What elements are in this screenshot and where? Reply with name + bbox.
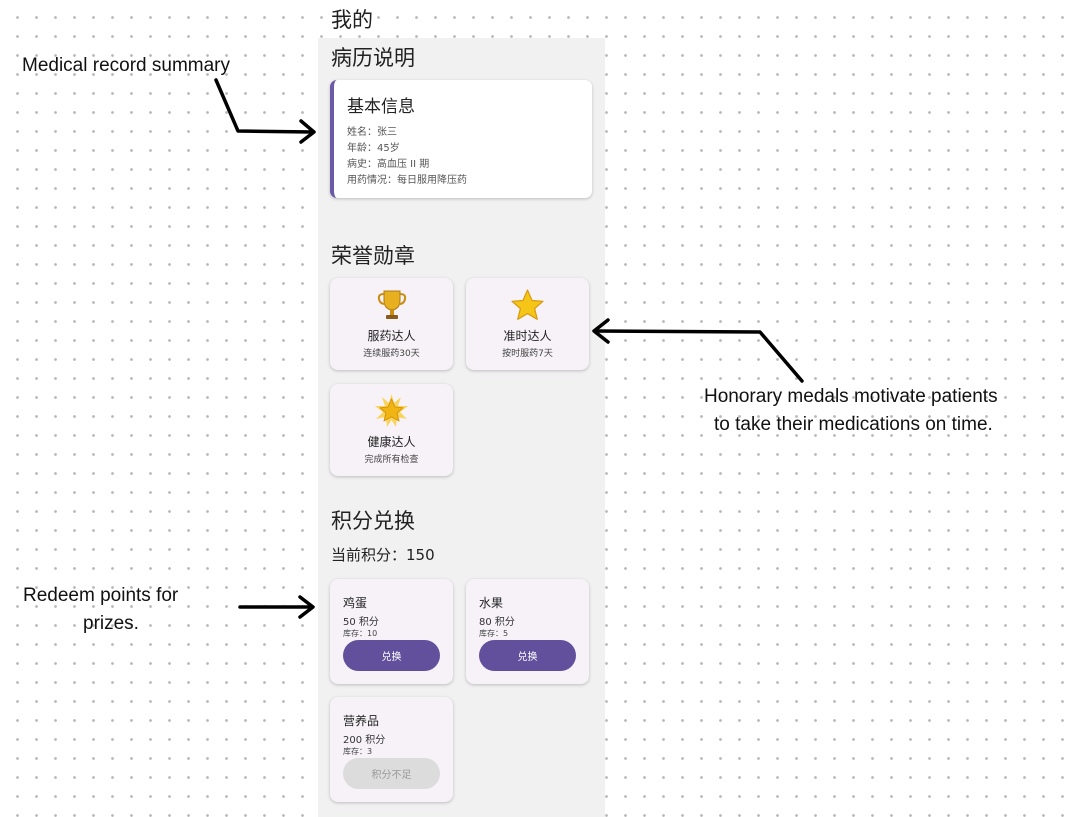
arrow-record [214, 78, 314, 134]
arrow-medals [594, 329, 804, 383]
annotation-arrows [214, 78, 804, 619]
